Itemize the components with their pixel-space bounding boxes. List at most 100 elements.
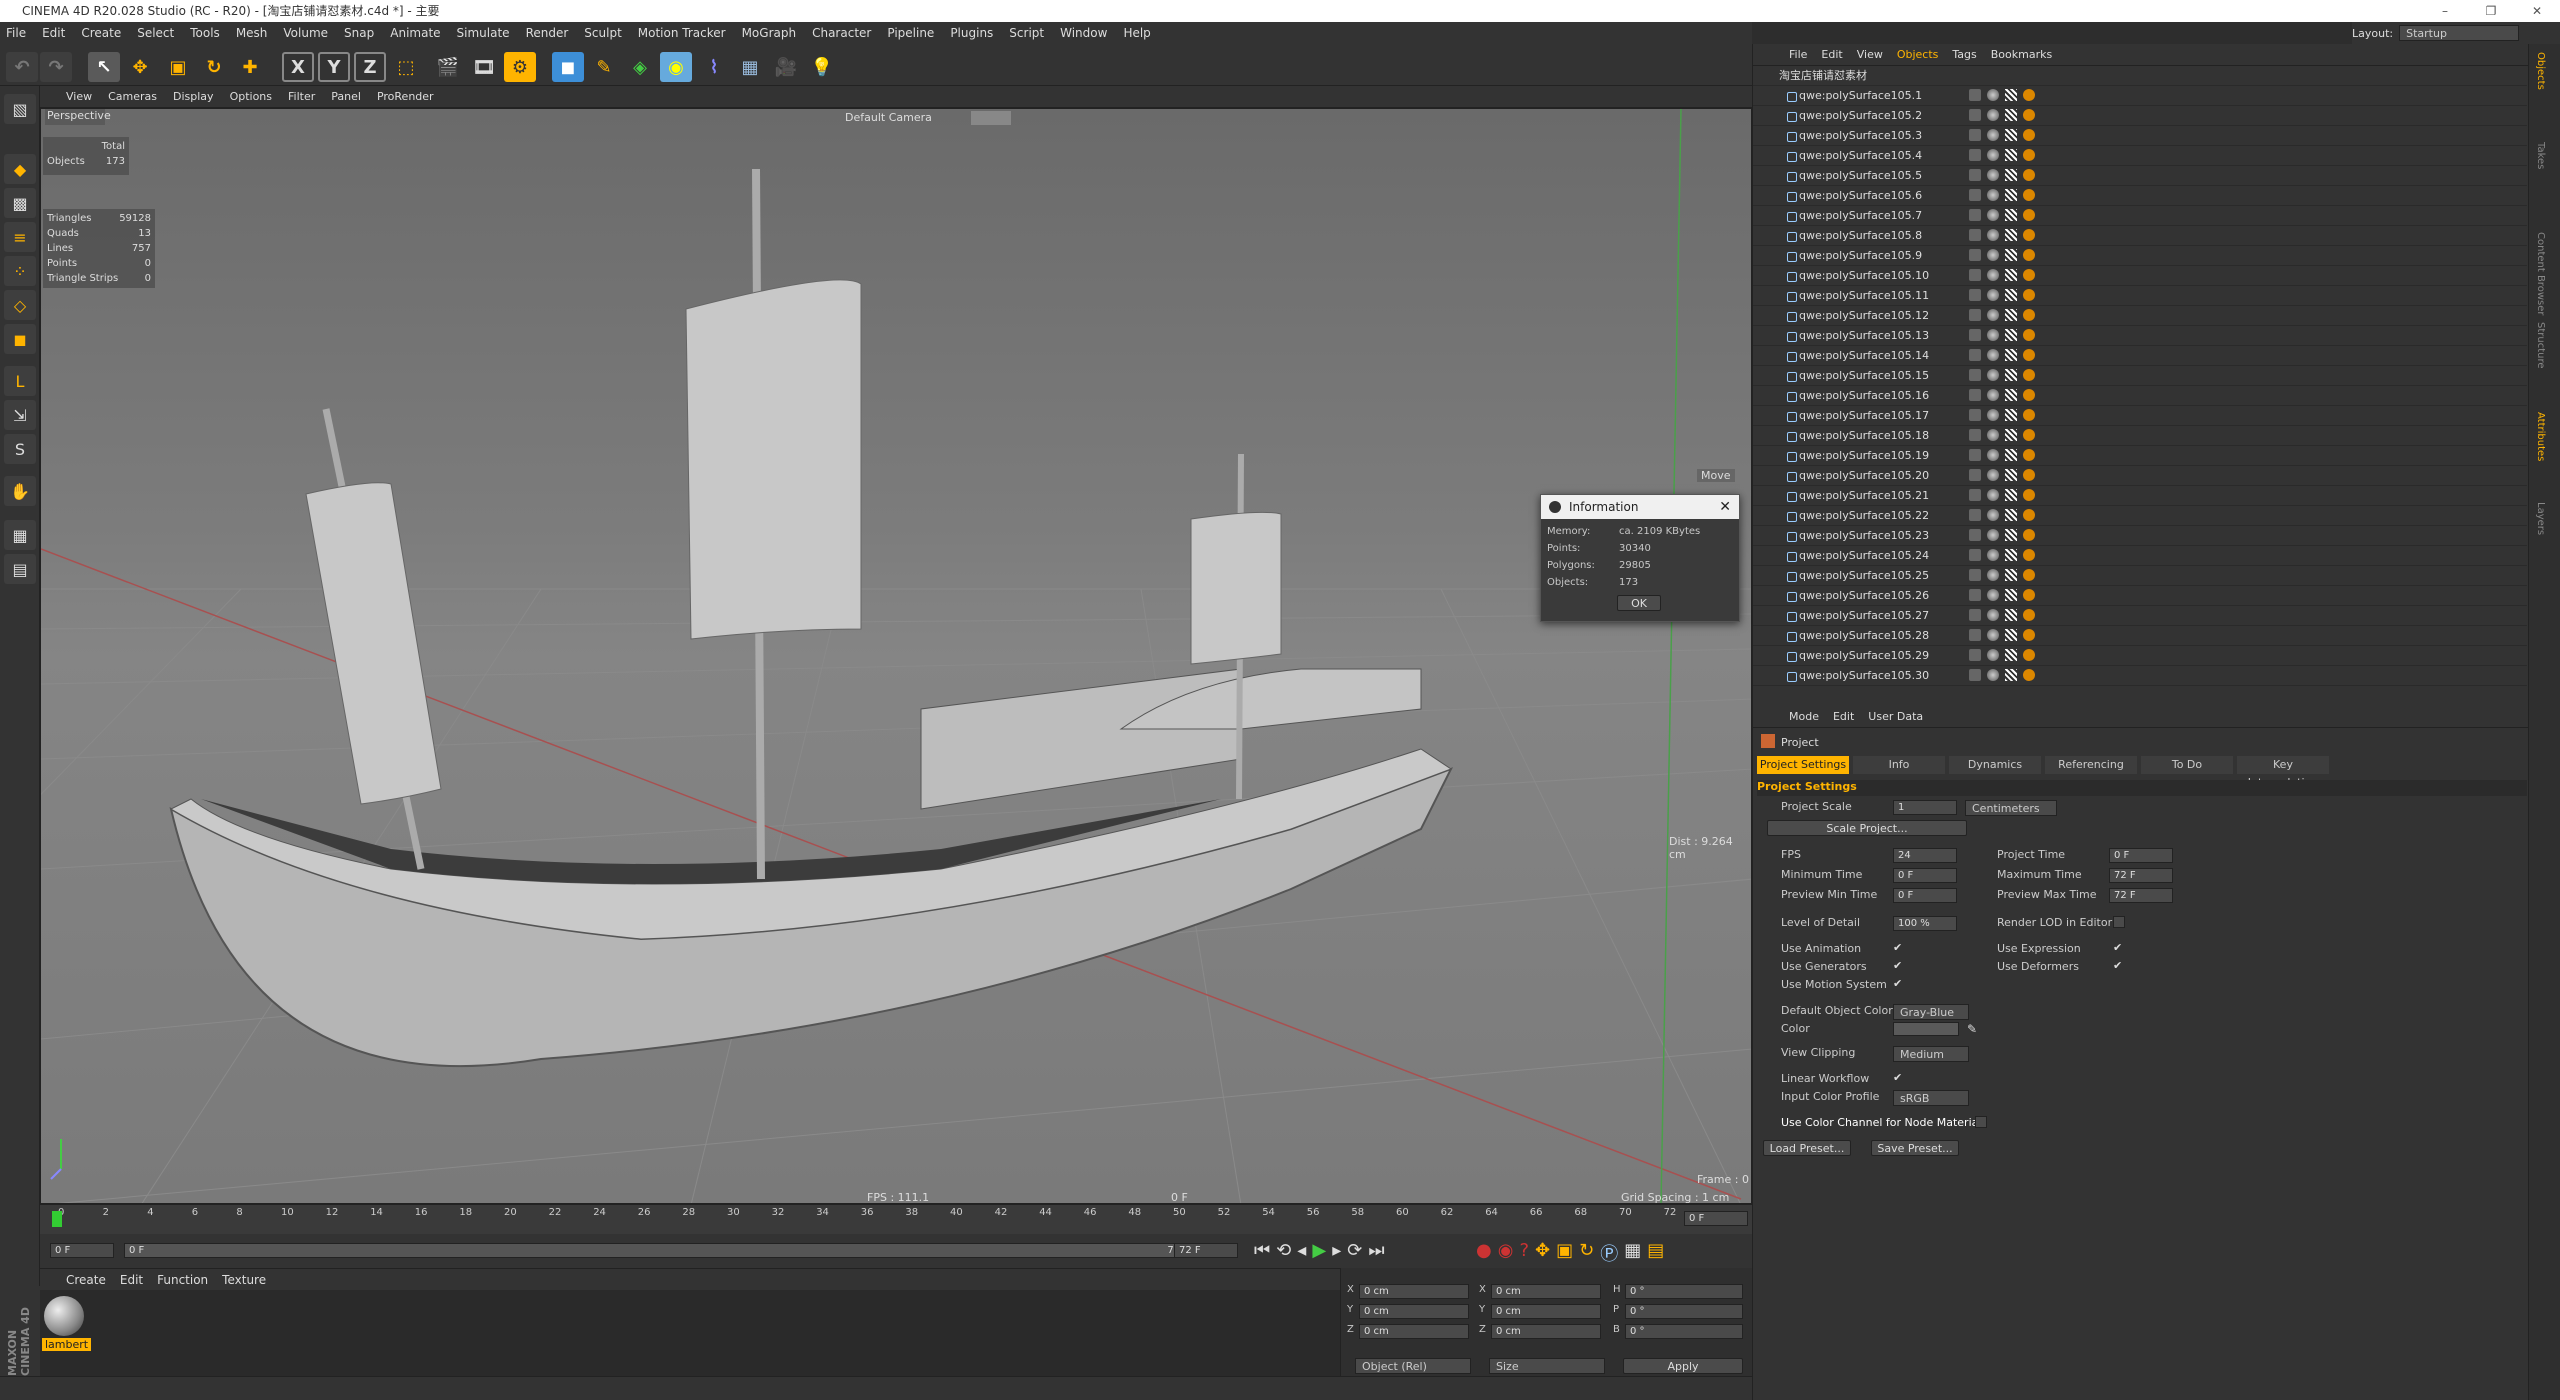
object-name[interactable]: qwe:polySurface105.12 — [1799, 306, 1929, 326]
phong-tag-icon[interactable] — [2023, 609, 2035, 621]
phong-tag-icon[interactable] — [2023, 669, 2035, 681]
side-tab-objects[interactable]: Objects — [2535, 52, 2546, 90]
phong-tag-icon[interactable] — [2023, 449, 2035, 461]
phong-tag-icon[interactable] — [2023, 109, 2035, 121]
menu-animate[interactable]: Animate — [390, 26, 440, 40]
object-name[interactable]: qwe:polySurface105.15 — [1799, 366, 1929, 386]
visibility-dots-icon[interactable] — [1969, 629, 1981, 641]
material-tag-icon[interactable] — [1987, 249, 1999, 261]
workplane-mode-icon[interactable]: ≡ — [4, 222, 36, 252]
object-name[interactable]: qwe:polySurface105.23 — [1799, 526, 1929, 546]
material-tag-icon[interactable] — [1987, 489, 1999, 501]
object-row[interactable]: qwe:polySurface105.9 — [1753, 246, 2527, 266]
redo-icon[interactable]: ↷ — [40, 52, 72, 82]
object-row[interactable]: qwe:polySurface105.27 — [1753, 606, 2527, 626]
material-menu-edit[interactable]: Edit — [120, 1273, 143, 1287]
attribute-menu-user-data[interactable]: User Data — [1868, 710, 1923, 723]
menu-mograph[interactable]: MoGraph — [742, 26, 797, 40]
visibility-dots-icon[interactable] — [1969, 229, 1981, 241]
uvw-tag-icon[interactable] — [2005, 169, 2017, 181]
phong-tag-icon[interactable] — [2023, 329, 2035, 341]
uvw-tag-icon[interactable] — [2005, 109, 2017, 121]
save-preset-button[interactable]: Save Preset... — [1871, 1140, 1959, 1156]
menu-snap[interactable]: Snap — [344, 26, 374, 40]
object-row[interactable]: qwe:polySurface105.25 — [1753, 566, 2527, 586]
visibility-dots-icon[interactable] — [1969, 469, 1981, 481]
visibility-dots-icon[interactable] — [1969, 569, 1981, 581]
fps-field[interactable]: 24 — [1893, 848, 1957, 863]
visibility-dots-icon[interactable] — [1969, 489, 1981, 501]
material-name[interactable]: lambert — [42, 1338, 92, 1351]
timeline-ruler[interactable]: 0246810121416182022242628303234363840424… — [40, 1204, 1752, 1234]
keyframe-selection-icon[interactable]: ? — [1519, 1240, 1529, 1266]
object-row[interactable]: qwe:polySurface105.13 — [1753, 326, 2527, 346]
menu-create[interactable]: Create — [81, 26, 121, 40]
uvw-tag-icon[interactable] — [2005, 469, 2017, 481]
object-name[interactable]: qwe:polySurface105.5 — [1799, 166, 1922, 186]
phong-tag-icon[interactable] — [2023, 89, 2035, 101]
object-row[interactable]: qwe:polySurface105.30 — [1753, 666, 2527, 686]
viewport-menu-panel[interactable]: Panel — [331, 90, 361, 103]
material-tag-icon[interactable] — [1987, 629, 1999, 641]
visibility-dots-icon[interactable] — [1969, 329, 1981, 341]
object-row[interactable]: qwe:polySurface105.14 — [1753, 346, 2527, 366]
load-preset-button[interactable]: Load Preset... — [1763, 1140, 1851, 1156]
render-settings-icon[interactable]: ⚙ — [504, 52, 536, 82]
visibility-dots-icon[interactable] — [1969, 309, 1981, 321]
material-tag-icon[interactable] — [1987, 669, 1999, 681]
move-key-icon[interactable]: ✥ — [1535, 1240, 1550, 1266]
previous-key-icon[interactable]: ⟲ — [1276, 1240, 1291, 1261]
uvw-tag-icon[interactable] — [2005, 529, 2017, 541]
go-to-start-icon[interactable]: ⏮ — [1254, 1240, 1270, 1261]
phong-tag-icon[interactable] — [2023, 549, 2035, 561]
phong-tag-icon[interactable] — [2023, 209, 2035, 221]
menu-edit[interactable]: Edit — [42, 26, 65, 40]
object-name[interactable]: qwe:polySurface105.11 — [1799, 286, 1929, 306]
record-active-icon[interactable]: ● — [1476, 1240, 1492, 1266]
object-name[interactable]: qwe:polySurface105.25 — [1799, 566, 1929, 586]
phong-tag-icon[interactable] — [2023, 289, 2035, 301]
rotation-field[interactable]: 0 ° — [1625, 1304, 1743, 1319]
viewport-menu-filter[interactable]: Filter — [288, 90, 315, 103]
uvw-tag-icon[interactable] — [2005, 609, 2017, 621]
material-menu-function[interactable]: Function — [157, 1273, 208, 1287]
phong-tag-icon[interactable] — [2023, 649, 2035, 661]
lod-field[interactable]: 100 % — [1893, 916, 1957, 931]
object-name[interactable]: qwe:polySurface105.20 — [1799, 466, 1929, 486]
visibility-dots-icon[interactable] — [1969, 249, 1981, 261]
viewport-3d[interactable]: Perspective Default Camera Total Objects… — [40, 108, 1752, 1204]
object-name[interactable]: qwe:polySurface105.18 — [1799, 426, 1929, 446]
tab-project-settings[interactable]: Project Settings — [1757, 756, 1849, 774]
use-generators-checkbox[interactable]: ✔ — [1893, 960, 1905, 972]
phong-tag-icon[interactable] — [2023, 349, 2035, 361]
viewport-menu-display[interactable]: Display — [173, 90, 214, 103]
menu-help[interactable]: Help — [1123, 26, 1150, 40]
current-frame-field[interactable]: 0 F — [1684, 1211, 1748, 1226]
phong-tag-icon[interactable] — [2023, 409, 2035, 421]
y-axis-lock-icon[interactable]: Y — [318, 52, 350, 82]
material-tag-icon[interactable] — [1987, 549, 1999, 561]
planar-workplane-icon[interactable]: ▦ — [4, 520, 36, 550]
edges-mode-icon[interactable]: ◇ — [4, 290, 36, 320]
maximize-button[interactable]: ❐ — [2468, 0, 2514, 22]
visibility-dots-icon[interactable] — [1969, 549, 1981, 561]
color-picker-icon[interactable]: ✎ — [1967, 1022, 1977, 1036]
uvw-tag-icon[interactable] — [2005, 409, 2017, 421]
dialog-ok-button[interactable]: OK — [1617, 595, 1661, 611]
go-to-end-icon[interactable]: ⏭ — [1368, 1240, 1384, 1261]
max-time-field[interactable]: 72 F — [2109, 868, 2173, 883]
bend-deformer-icon[interactable]: ⌇ — [698, 52, 730, 82]
phong-tag-icon[interactable] — [2023, 149, 2035, 161]
linear-workflow-checkbox[interactable]: ✔ — [1893, 1072, 1905, 1084]
object-name[interactable]: qwe:polySurface105.28 — [1799, 626, 1929, 646]
material-tag-icon[interactable] — [1987, 289, 1999, 301]
visibility-dots-icon[interactable] — [1969, 649, 1981, 661]
floor-object-icon[interactable]: ▦ — [734, 52, 766, 82]
position-field[interactable]: 0 cm — [1359, 1284, 1469, 1299]
object-row[interactable]: qwe:polySurface105.11 — [1753, 286, 2527, 306]
object-row[interactable]: qwe:polySurface105.29 — [1753, 646, 2527, 666]
layout-dropdown[interactable]: Startup — [2399, 25, 2520, 41]
object-row[interactable]: qwe:polySurface105.24 — [1753, 546, 2527, 566]
previous-frame-icon[interactable]: ◂ — [1297, 1240, 1306, 1261]
object-row[interactable]: qwe:polySurface105.22 — [1753, 506, 2527, 526]
